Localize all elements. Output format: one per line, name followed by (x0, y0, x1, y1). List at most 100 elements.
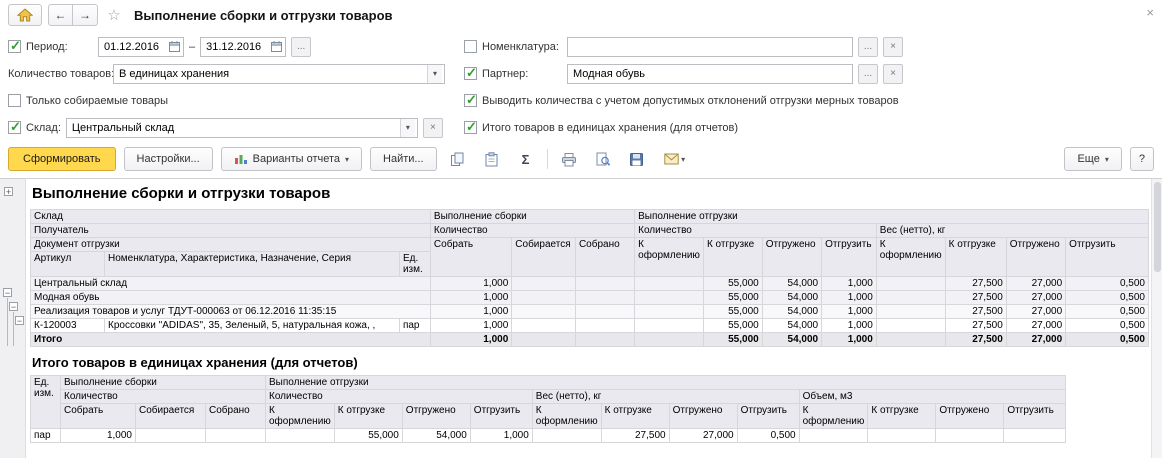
back-button[interactable]: ← (48, 4, 73, 26)
forward-button[interactable]: → (73, 4, 98, 26)
value-cell[interactable]: 27,000 (1006, 291, 1065, 305)
value-cell[interactable]: 1,000 (430, 291, 511, 305)
calendar-icon[interactable] (269, 41, 283, 52)
value-cell[interactable]: 55,000 (703, 333, 762, 347)
value-cell[interactable]: 0,500 (1066, 291, 1149, 305)
value-cell[interactable]: 27,500 (945, 277, 1006, 291)
value-cell[interactable] (575, 305, 634, 319)
nomenclature-checkbox[interactable] (464, 40, 477, 53)
column-header[interactable]: Собрать (430, 238, 511, 277)
total-label[interactable]: Итого (31, 333, 431, 347)
column-header[interactable]: Собрано (206, 404, 266, 429)
value-cell[interactable]: 27,000 (669, 429, 737, 443)
more-button[interactable]: Еще ▾ (1064, 147, 1121, 171)
value-cell[interactable] (635, 305, 704, 319)
value-cell[interactable] (575, 277, 634, 291)
group-label[interactable]: Модная обувь (31, 291, 431, 305)
value-cell[interactable] (512, 319, 576, 333)
column-header[interactable]: Склад (31, 210, 431, 224)
value-cell[interactable] (575, 291, 634, 305)
column-header[interactable]: Выполнение сборки (61, 376, 266, 390)
totals-checkbox[interactable] (464, 121, 477, 134)
vertical-scrollbar[interactable] (1151, 179, 1162, 458)
item-articul[interactable]: К-120003 (31, 319, 105, 333)
value-cell[interactable]: 27,000 (1006, 277, 1065, 291)
value-cell[interactable]: 27,500 (945, 291, 1006, 305)
column-header[interactable]: Собирается (136, 404, 206, 429)
settings-button[interactable]: Настройки... (124, 147, 213, 171)
column-header[interactable]: Количество (430, 224, 634, 238)
expand-all-icon[interactable]: + (4, 187, 13, 196)
value-cell[interactable] (575, 333, 634, 347)
only-assembled-checkbox[interactable] (8, 94, 21, 107)
value-cell[interactable] (512, 305, 576, 319)
value-cell[interactable]: 1,000 (430, 333, 511, 347)
chevron-down-icon[interactable]: ▾ (400, 119, 415, 137)
column-header[interactable]: Отгружено (1006, 238, 1065, 277)
column-header[interactable]: Количество (266, 390, 533, 404)
value-cell[interactable]: 27,000 (1006, 319, 1065, 333)
item-name[interactable]: Кроссовки "ADIDAS", 35, Зеленый, 5, нату… (105, 319, 400, 333)
warehouse-clear-button[interactable]: × (423, 118, 443, 138)
column-header[interactable]: К отгрузке (703, 238, 762, 277)
column-header[interactable]: Количество (61, 390, 266, 404)
column-header[interactable]: Документ отгрузки (31, 238, 431, 252)
value-cell[interactable]: 1,000 (822, 333, 877, 347)
column-header[interactable]: Получатель (31, 224, 431, 238)
column-header[interactable]: К оформлению (799, 404, 868, 429)
value-cell[interactable]: 0,500 (1066, 319, 1149, 333)
collapse-group-icon[interactable]: − (3, 288, 12, 297)
value-cell[interactable]: 0,500 (737, 429, 799, 443)
partner-clear-button[interactable]: × (883, 64, 903, 84)
value-cell[interactable]: 55,000 (334, 429, 402, 443)
group-label[interactable]: Реализация товаров и услуг ТДУТ-000063 о… (31, 305, 431, 319)
column-header[interactable]: Отгрузить (1004, 404, 1066, 429)
item-unit[interactable]: пар (399, 319, 430, 333)
column-header[interactable]: Объем, м3 (799, 390, 1066, 404)
unit-cell[interactable]: пар (31, 429, 61, 443)
value-cell[interactable]: 55,000 (703, 305, 762, 319)
chevron-down-icon[interactable]: ▾ (427, 65, 442, 83)
deviations-checkbox[interactable] (464, 94, 477, 107)
value-cell[interactable] (876, 319, 945, 333)
value-cell[interactable]: 0,500 (1066, 277, 1149, 291)
generate-button[interactable]: Сформировать (8, 147, 116, 171)
column-header[interactable]: Вес (нетто), кг (876, 224, 1148, 238)
value-cell[interactable] (876, 333, 945, 347)
value-cell[interactable]: 54,000 (762, 319, 821, 333)
value-cell[interactable]: 1,000 (430, 277, 511, 291)
period-more-button[interactable]: ... (291, 37, 311, 57)
column-header[interactable]: Собирается (512, 238, 576, 277)
column-header[interactable]: К оформлению (876, 238, 945, 277)
save-button[interactable] (624, 147, 650, 171)
partner-more-button[interactable]: ... (858, 64, 878, 84)
value-cell[interactable] (876, 305, 945, 319)
column-header[interactable]: Отгрузить (470, 404, 532, 429)
value-cell[interactable]: 54,000 (402, 429, 470, 443)
find-button[interactable]: Найти... (370, 147, 437, 171)
period-to-input[interactable]: 31.12.2016 (200, 37, 286, 57)
column-header[interactable]: К отгрузке (334, 404, 402, 429)
quantity-units-select[interactable]: В единицах хранения ▾ (113, 64, 445, 84)
column-header[interactable]: К оформлению (635, 238, 704, 277)
warehouse-select[interactable]: Центральный склад ▾ (66, 118, 418, 138)
report-variants-button[interactable]: Варианты отчета ▾ (221, 147, 362, 171)
column-header[interactable]: Выполнение сборки (430, 210, 634, 224)
column-header[interactable]: Артикул (31, 252, 105, 277)
column-header[interactable]: К оформлению (266, 404, 335, 429)
value-cell[interactable]: 27,000 (1006, 305, 1065, 319)
value-cell[interactable] (868, 429, 936, 443)
value-cell[interactable] (799, 429, 868, 443)
value-cell[interactable] (635, 319, 704, 333)
scrollbar-thumb[interactable] (1154, 182, 1161, 272)
column-header[interactable]: Отгрузить (822, 238, 877, 277)
value-cell[interactable] (136, 429, 206, 443)
value-cell[interactable]: 0,500 (1066, 333, 1149, 347)
value-cell[interactable]: 1,000 (822, 319, 877, 333)
value-cell[interactable]: 27,500 (945, 305, 1006, 319)
partner-checkbox[interactable] (464, 67, 477, 80)
column-header[interactable]: Собрано (575, 238, 634, 277)
copy-button[interactable] (445, 147, 471, 171)
print-button[interactable] (556, 147, 582, 171)
value-cell[interactable]: 1,000 (430, 319, 511, 333)
